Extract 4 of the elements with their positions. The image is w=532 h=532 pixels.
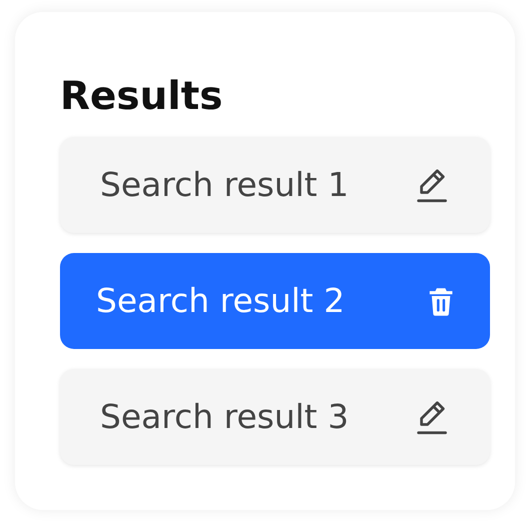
results-title: Results (60, 74, 224, 121)
result-item[interactable]: Search result 1 (60, 136, 490, 233)
result-item[interactable]: Search result 2 (60, 252, 490, 349)
result-item[interactable]: Search result 3 (60, 368, 490, 465)
